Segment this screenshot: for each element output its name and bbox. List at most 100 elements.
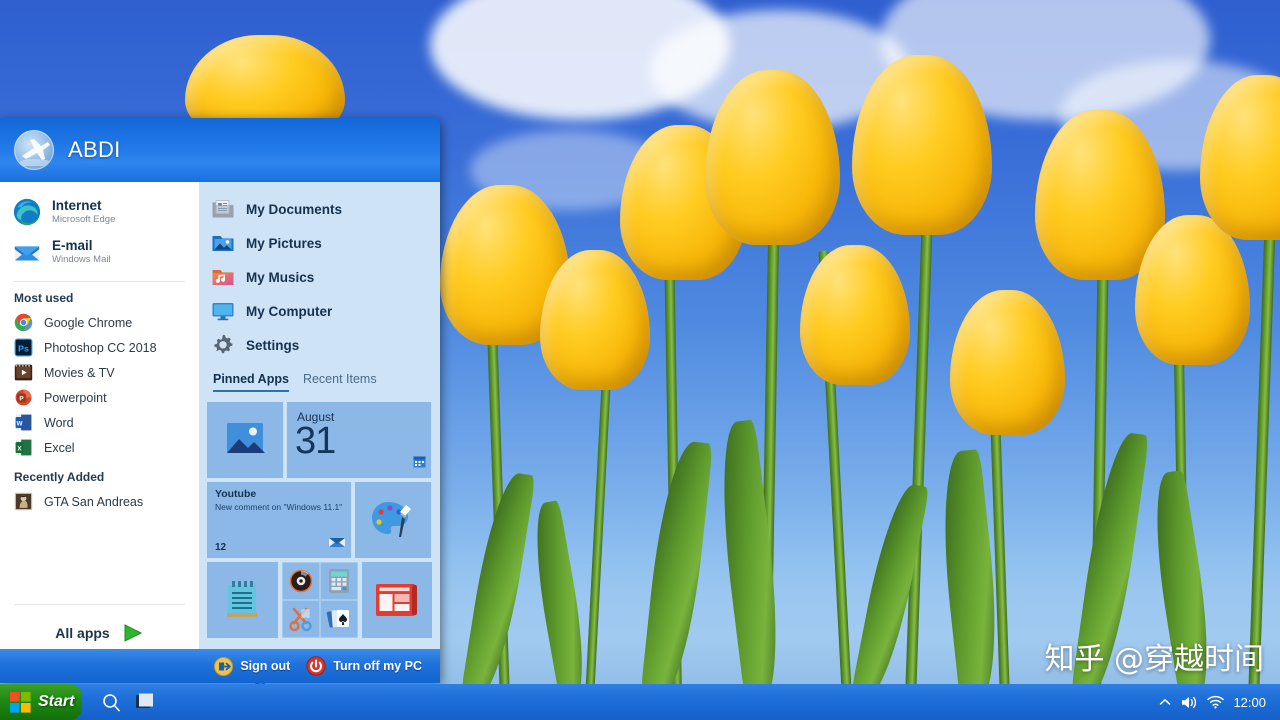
search-button[interactable] [94, 684, 128, 720]
edge-icon [12, 197, 42, 227]
svg-text:W: W [17, 420, 23, 427]
youtube-subtitle: New comment on "Windows 11.1" [215, 502, 342, 512]
tulip-head [950, 290, 1065, 435]
tile-solitaire[interactable] [320, 600, 358, 638]
places-item-label: My Musics [246, 270, 314, 285]
airplane-avatar-icon [18, 136, 52, 166]
tile-snipping-tool[interactable] [282, 600, 320, 638]
powerpoint-icon: P [14, 388, 33, 407]
pinned-item-subtitle: Microsoft Edge [52, 213, 115, 226]
app-item-label: GTA San Andreas [44, 495, 143, 509]
places-item-my-musics[interactable]: My Musics [199, 260, 440, 294]
movies-tv-icon [14, 363, 33, 382]
calendar-badge-icon [413, 455, 426, 468]
start-menu-body: Internet Microsoft Edge E-mail Windows M… [0, 182, 440, 649]
music-folder-icon [211, 265, 235, 289]
start-button[interactable]: Start [0, 684, 82, 720]
gear-icon [211, 333, 235, 357]
watermark: 知乎 @穿越时间 [1044, 634, 1264, 678]
sign-out-icon [214, 657, 233, 676]
taskbar: Start [0, 684, 1280, 720]
clock[interactable]: 12:00 [1233, 695, 1266, 710]
tile-photos[interactable] [207, 402, 283, 478]
places-item-my-documents[interactable]: My Documents [199, 192, 440, 226]
places-item-my-pictures[interactable]: My Pictures [199, 226, 440, 260]
tile-row: August 31 [207, 402, 432, 478]
word-icon: W [14, 413, 33, 432]
pinned-item-subtitle: Windows Mail [52, 253, 111, 266]
tile-news[interactable] [362, 562, 433, 638]
tulip-head [1135, 215, 1250, 365]
desktop: ABDI Internet Microsoft Edge [0, 0, 1280, 720]
places-item-my-computer[interactable]: My Computer [199, 294, 440, 328]
avatar[interactable] [14, 130, 54, 170]
calendar-day: 31 [295, 420, 335, 463]
green-play-arrow-icon [122, 623, 144, 643]
power-icon [306, 656, 326, 676]
places-item-label: Settings [246, 338, 299, 353]
chevron-up-icon [1158, 695, 1172, 709]
volume-button[interactable] [1181, 695, 1198, 710]
sign-out-button[interactable]: Sign out [214, 657, 290, 676]
divider [14, 281, 185, 282]
tab-recent-items[interactable]: Recent Items [303, 372, 377, 392]
tile-notepad[interactable] [207, 562, 278, 638]
tulip-head [540, 250, 650, 390]
app-item-photoshop[interactable]: Ps Photoshop CC 2018 [0, 335, 199, 360]
app-item-google-chrome[interactable]: Google Chrome [0, 310, 199, 335]
places-item-label: My Pictures [246, 236, 322, 251]
places-item-settings[interactable]: Settings [199, 328, 440, 362]
user-name: ABDI [68, 137, 121, 163]
system-tray: 12:00 [1158, 695, 1280, 710]
all-apps-button[interactable]: All apps [0, 623, 199, 643]
speaker-icon [1181, 695, 1198, 710]
places-item-label: My Documents [246, 202, 342, 217]
most-used-title: Most used [0, 289, 199, 310]
app-item-label: Movies & TV [44, 366, 115, 380]
pinned-item-email[interactable]: E-mail Windows Mail [0, 232, 199, 272]
app-item-gta-san-andreas[interactable]: GTA San Andreas [0, 489, 199, 514]
tray-overflow-button[interactable] [1158, 695, 1172, 709]
tabs: Pinned Apps Recent Items [199, 362, 440, 392]
calendar-badge [413, 455, 426, 473]
start-menu-right-panel: My Documents My Pictures [199, 182, 440, 649]
network-button[interactable] [1207, 695, 1224, 709]
tile-media-player[interactable] [282, 562, 320, 600]
app-item-movies-tv[interactable]: Movies & TV [0, 360, 199, 385]
gta-san-andreas-icon [14, 492, 33, 511]
task-view-icon [135, 693, 155, 711]
places-item-label: My Computer [246, 304, 332, 319]
app-item-excel[interactable]: X Excel [0, 435, 199, 460]
task-view-button[interactable] [128, 684, 162, 720]
tab-pinned-apps[interactable]: Pinned Apps [213, 372, 289, 392]
excel-icon: X [14, 438, 33, 457]
tiles-grid: August 31 [199, 392, 440, 638]
documents-folder-icon [211, 197, 235, 221]
pinned-item-internet[interactable]: Internet Microsoft Edge [0, 192, 199, 232]
tile-youtube[interactable]: Youtube New comment on "Windows 11.1" 12 [207, 482, 351, 558]
youtube-count: 12 [215, 542, 226, 553]
app-item-label: Google Chrome [44, 316, 132, 330]
tile-mini-grid [282, 562, 358, 638]
app-item-word[interactable]: W Word [0, 410, 199, 435]
calculator-icon [328, 568, 350, 594]
turn-off-button[interactable]: Turn off my PC [306, 656, 422, 676]
pinned-item-text: Internet Microsoft Edge [52, 198, 115, 226]
pinned-item-text: E-mail Windows Mail [52, 238, 111, 266]
start-menu-left-panel: Internet Microsoft Edge E-mail Windows M… [0, 182, 199, 649]
tile-calendar[interactable]: August 31 [287, 402, 431, 478]
tile-paint[interactable] [355, 482, 431, 558]
sign-out-label: Sign out [240, 659, 290, 673]
windows-logo-icon [10, 692, 31, 713]
turn-off-label: Turn off my PC [333, 659, 422, 673]
wifi-icon [1207, 695, 1224, 709]
mail-badge-icon [328, 534, 346, 548]
monitor-icon [211, 299, 235, 323]
app-item-label: Word [44, 416, 74, 430]
app-item-label: Excel [44, 441, 75, 455]
notepad-icon [223, 579, 261, 621]
all-apps-label: All apps [55, 625, 109, 641]
tile-calculator[interactable] [320, 562, 358, 600]
tulip-head [800, 245, 910, 385]
app-item-powerpoint[interactable]: P Powerpoint [0, 385, 199, 410]
